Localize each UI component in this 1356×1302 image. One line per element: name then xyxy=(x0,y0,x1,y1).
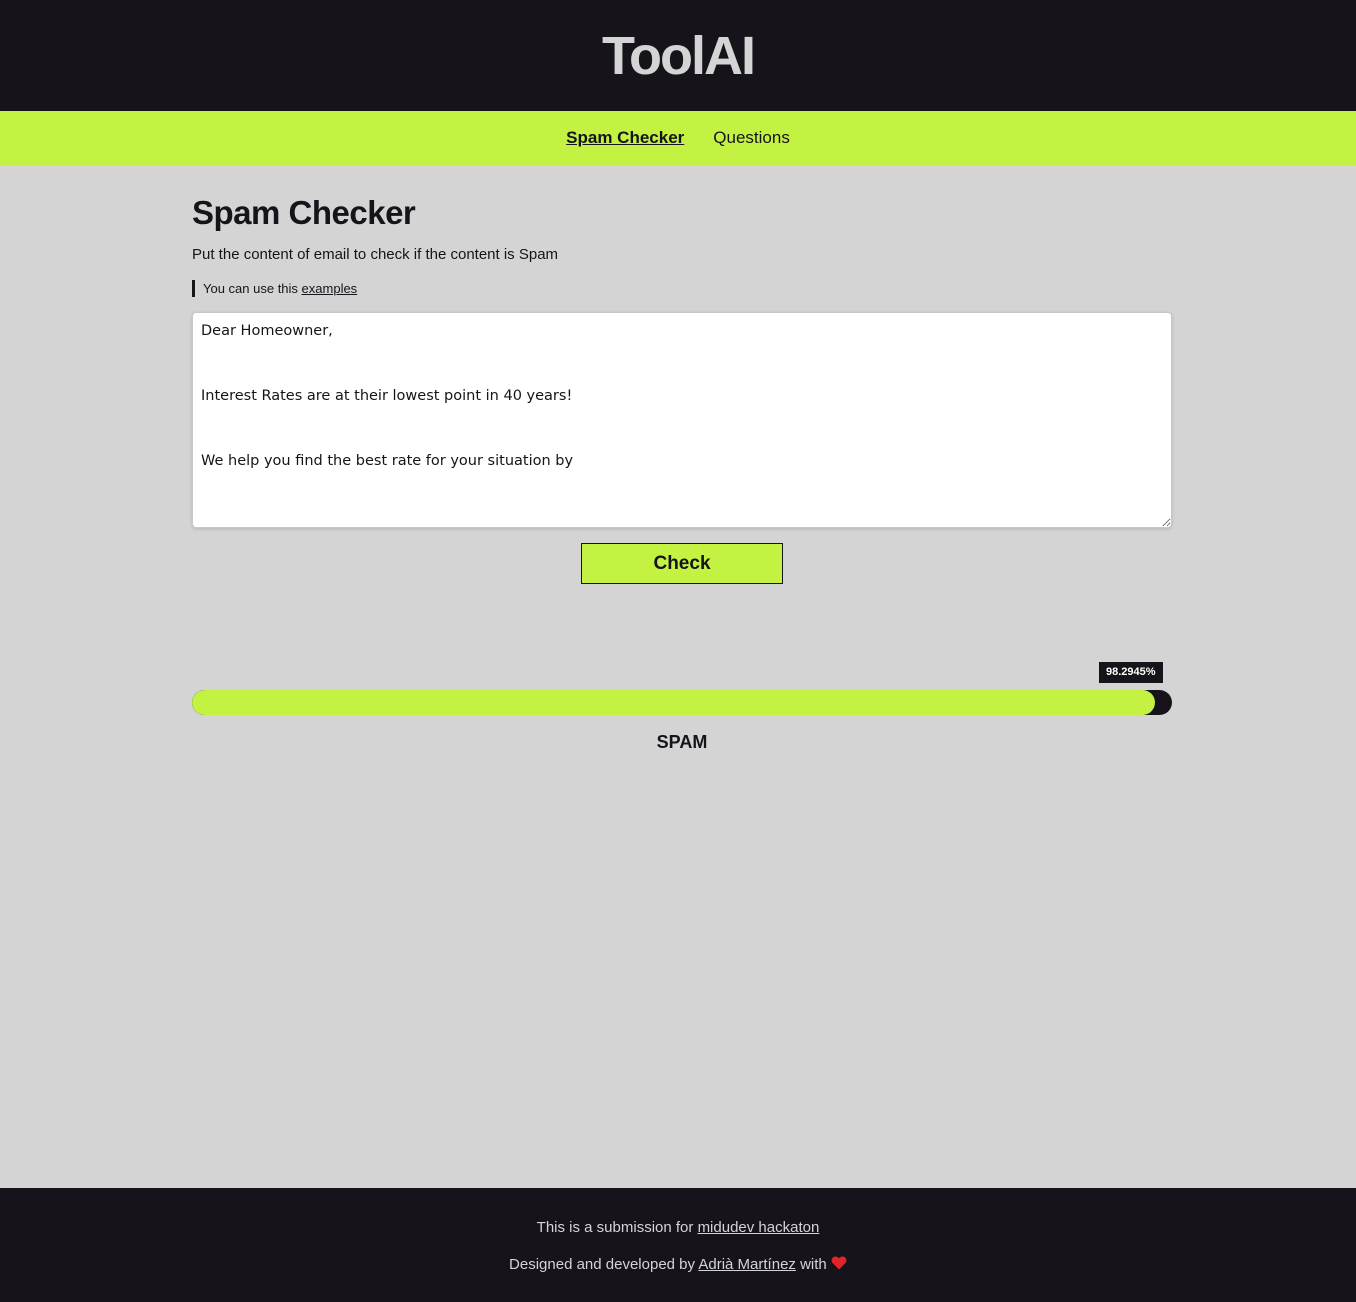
author-link[interactable]: Adrià Martínez xyxy=(698,1256,796,1273)
nav-item-questions[interactable]: Questions xyxy=(713,128,790,148)
hint-text: You can use this xyxy=(203,281,302,296)
footer-credits-line: Designed and developed by Adrià Martínez… xyxy=(0,1255,1356,1273)
spam-percentage-badge: 98.2945% xyxy=(1099,662,1163,683)
page-description: Put the content of email to check if the… xyxy=(192,246,559,263)
result-label: SPAM xyxy=(656,732,708,752)
hackaton-link[interactable]: midudev hackaton xyxy=(698,1219,820,1236)
footer-with-text: with xyxy=(795,1256,831,1273)
email-content-textarea[interactable]: Dear Homeowner, Interest Rates are at th… xyxy=(192,312,1172,528)
footer-submission-text: This is a submission for xyxy=(536,1219,698,1236)
site-header: ToolAI xyxy=(0,0,1356,111)
spam-progress-bar xyxy=(192,690,1172,715)
site-footer: This is a submission for midudev hackato… xyxy=(0,1188,1356,1302)
page-title: Spam Checker xyxy=(192,194,416,231)
examples-hint: You can use this examples xyxy=(192,280,357,297)
footer-submission-line: This is a submission for midudev hackato… xyxy=(0,1219,1356,1236)
check-button[interactable]: Check xyxy=(581,543,783,584)
main-nav: Spam Checker Questions xyxy=(0,111,1356,165)
nav-item-spam-checker[interactable]: Spam Checker xyxy=(566,128,684,148)
site-logo: ToolAI xyxy=(602,25,756,86)
examples-link[interactable]: examples xyxy=(302,281,358,296)
footer-credits-text: Designed and developed by xyxy=(509,1256,699,1273)
heart-icon xyxy=(831,1256,847,1270)
spam-progress-fill xyxy=(192,690,1156,715)
